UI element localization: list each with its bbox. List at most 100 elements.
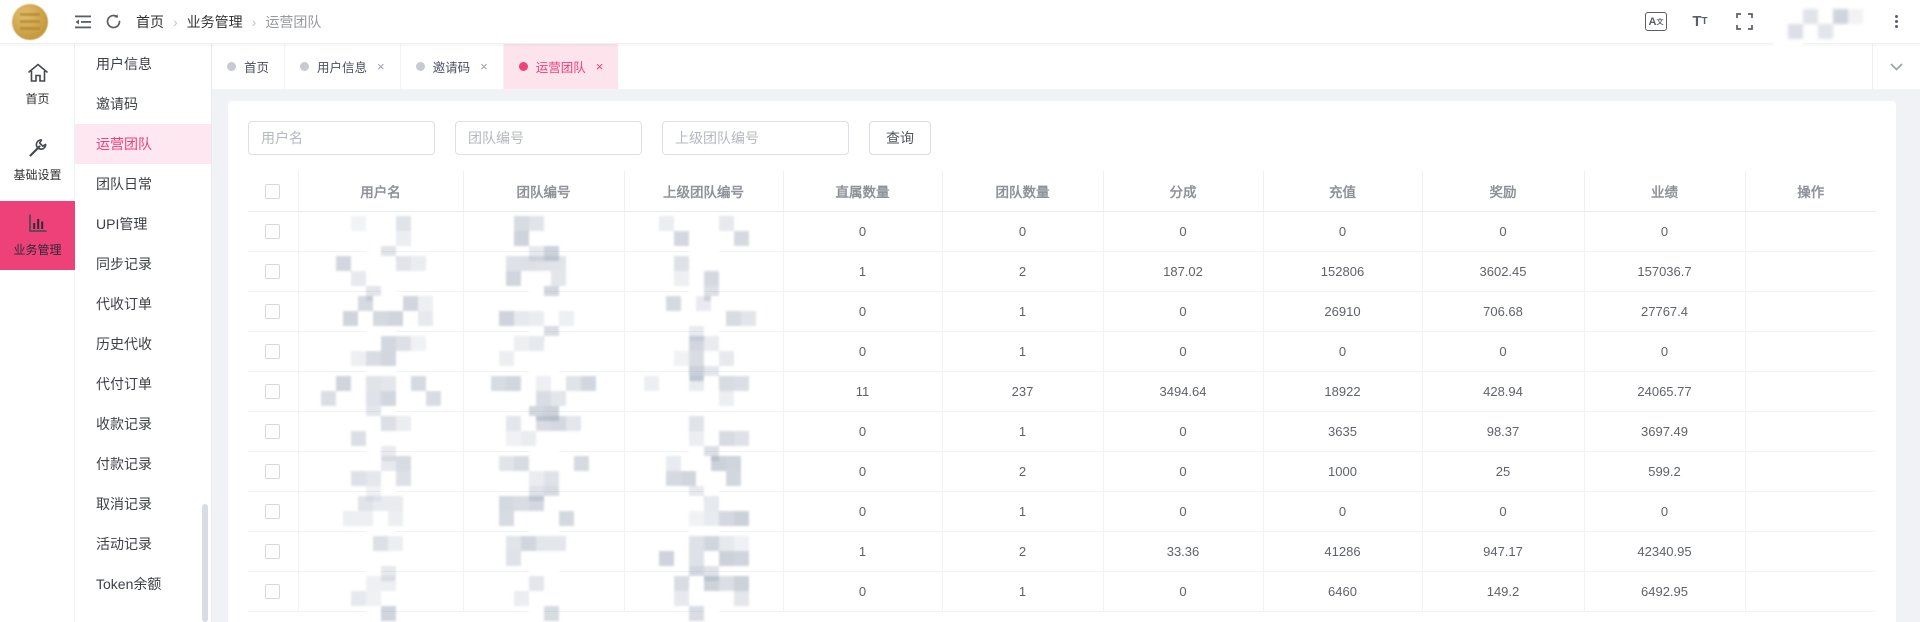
sidebar-item-2[interactable]: 运营团队: [75, 124, 211, 164]
breadcrumb-section[interactable]: 业务管理: [187, 12, 243, 32]
table-row: 1 2 187.02 152806 3602.45 157036.7: [248, 251, 1876, 301]
row-select-cell: [248, 451, 299, 492]
column-header-0: 用户名: [298, 171, 464, 212]
redacted-cell: [624, 411, 784, 461]
redacted-cell: [463, 211, 625, 261]
row-checkbox[interactable]: [265, 544, 281, 560]
value-cell: 1: [942, 411, 1104, 452]
tab-0[interactable]: 首页: [212, 44, 284, 89]
rail-item-label: 基础设置: [13, 168, 62, 182]
value-cell: 0: [1103, 491, 1264, 532]
sidebar-item-6[interactable]: 代收订单: [75, 284, 211, 324]
value-cell: 947.17: [1422, 531, 1585, 572]
sidebar-item-5[interactable]: 同步记录: [75, 244, 211, 284]
sidebar-item-3[interactable]: 团队日常: [75, 164, 211, 204]
tab-close-icon[interactable]: ×: [480, 59, 488, 74]
value-cell: 11: [783, 371, 943, 412]
value-cell: 24065.77: [1584, 371, 1746, 412]
more-options-icon[interactable]: [1887, 15, 1906, 28]
value-cell: 0: [1263, 331, 1423, 372]
tab-2[interactable]: 邀请码 ×: [399, 44, 503, 89]
value-cell: 18922: [1263, 371, 1423, 412]
table-row: 1 2 33.36 41286 947.17 42340.95: [248, 531, 1876, 581]
value-cell: 0: [1103, 411, 1264, 452]
value-cell: 2: [942, 531, 1104, 572]
row-checkbox[interactable]: [265, 424, 281, 440]
column-header-5: 分成: [1103, 171, 1264, 212]
tab-close-icon[interactable]: ×: [596, 59, 604, 74]
parent-team-code-filter-input[interactable]: [662, 121, 849, 155]
value-cell: 1000: [1263, 451, 1423, 492]
tab-close-icon[interactable]: ×: [377, 59, 385, 74]
app-window: 首页 › 业务管理 › 运营团队 A文 TT 首页 基础设置 业务管理 用户信息 邀请…: [0, 0, 1920, 622]
sidebar-item-7[interactable]: 历史代收: [75, 324, 211, 364]
translate-icon[interactable]: A文: [1641, 7, 1671, 37]
redacted-cell: [624, 531, 784, 581]
rail-item-business[interactable]: 业务管理: [0, 201, 75, 270]
username-redacted[interactable]: [1773, 8, 1873, 54]
rail-item-settings[interactable]: 基础设置: [0, 125, 75, 195]
row-select-cell: [248, 331, 299, 372]
redacted-cell: [463, 571, 625, 621]
sidebar-item-11[interactable]: 取消记录: [75, 484, 211, 524]
row-select-cell: [248, 211, 299, 252]
value-cell: 2: [942, 451, 1104, 492]
tab-label: 首页: [244, 61, 270, 75]
tab-label: 邀请码: [432, 61, 471, 75]
tab-1[interactable]: 用户信息 ×: [284, 44, 400, 89]
redacted-cell: [463, 411, 625, 461]
row-checkbox[interactable]: [265, 224, 281, 240]
row-checkbox[interactable]: [265, 504, 281, 520]
fullscreen-icon[interactable]: [1729, 7, 1759, 37]
content-card: 查询 用户名团队编号上级团队编号直属数量团队数量分成充值奖励业绩操作 00000…: [228, 101, 1896, 622]
row-checkbox[interactable]: [265, 464, 281, 480]
sidebar-item-1[interactable]: 邀请码: [75, 84, 211, 124]
tabs-dropdown-chevron-icon[interactable]: [1872, 44, 1920, 89]
value-cell: 0: [783, 331, 943, 372]
value-cell: 0: [1422, 491, 1585, 532]
value-cell: 0: [1263, 211, 1423, 252]
redacted-cell: [624, 371, 784, 412]
row-checkbox[interactable]: [265, 304, 281, 320]
value-cell: 0: [1103, 571, 1264, 612]
tab-3[interactable]: 运营团队 ×: [502, 44, 619, 89]
row-checkbox[interactable]: [265, 584, 281, 600]
sidebar-item-8[interactable]: 代付订单: [75, 364, 211, 404]
row-checkbox[interactable]: [265, 344, 281, 360]
column-header-1: 团队编号: [463, 171, 625, 212]
row-checkbox[interactable]: [265, 384, 281, 400]
sidebar-fold-icon[interactable]: [68, 7, 98, 37]
sidebar-item-12[interactable]: 活动记录: [75, 524, 211, 564]
redacted-cell: [463, 451, 625, 501]
sidebar-item-0[interactable]: 用户信息: [75, 44, 211, 84]
value-cell: 41286: [1263, 531, 1423, 572]
search-button[interactable]: 查询: [869, 121, 931, 155]
sidebar-item-9[interactable]: 收款记录: [75, 404, 211, 444]
breadcrumb-home[interactable]: 首页: [136, 12, 164, 32]
value-cell: 6460: [1263, 571, 1423, 612]
team-code-filter-input[interactable]: [455, 121, 642, 155]
redacted-cell: [463, 251, 625, 301]
value-cell: 237: [942, 371, 1104, 412]
tab-label: 用户信息: [317, 61, 368, 75]
row-checkbox[interactable]: [265, 264, 281, 280]
select-all-checkbox[interactable]: [265, 183, 281, 199]
username-filter-input[interactable]: [248, 121, 435, 155]
action-cell: [1745, 251, 1876, 292]
open-tabs-bar: 首页 用户信息 × 邀请码 × 运营团队 ×: [212, 44, 1920, 89]
rail-item-home[interactable]: 首页: [0, 50, 75, 119]
sidebar-item-10[interactable]: 付款记录: [75, 444, 211, 484]
table-header-row: 用户名 团队编号 上级团队编号 直属数量 团队数量 分成 充值 奖励 业绩 操作: [248, 171, 1876, 212]
redacted-cell: [298, 411, 464, 461]
refresh-icon[interactable]: [98, 7, 128, 37]
value-cell: 0: [783, 211, 943, 252]
value-cell: 428.94: [1422, 371, 1585, 412]
redacted-cell: [624, 291, 784, 341]
sidebar-item-13[interactable]: Token余额: [75, 564, 211, 604]
table-row: 000000: [248, 211, 1876, 261]
font-size-icon[interactable]: TT: [1685, 7, 1715, 37]
value-cell: 42340.95: [1584, 531, 1746, 572]
value-cell: 0: [1584, 491, 1746, 532]
sidebar-item-4[interactable]: UPI管理: [75, 204, 211, 244]
sidebar-scrollbar-thumb[interactable]: [202, 504, 208, 622]
